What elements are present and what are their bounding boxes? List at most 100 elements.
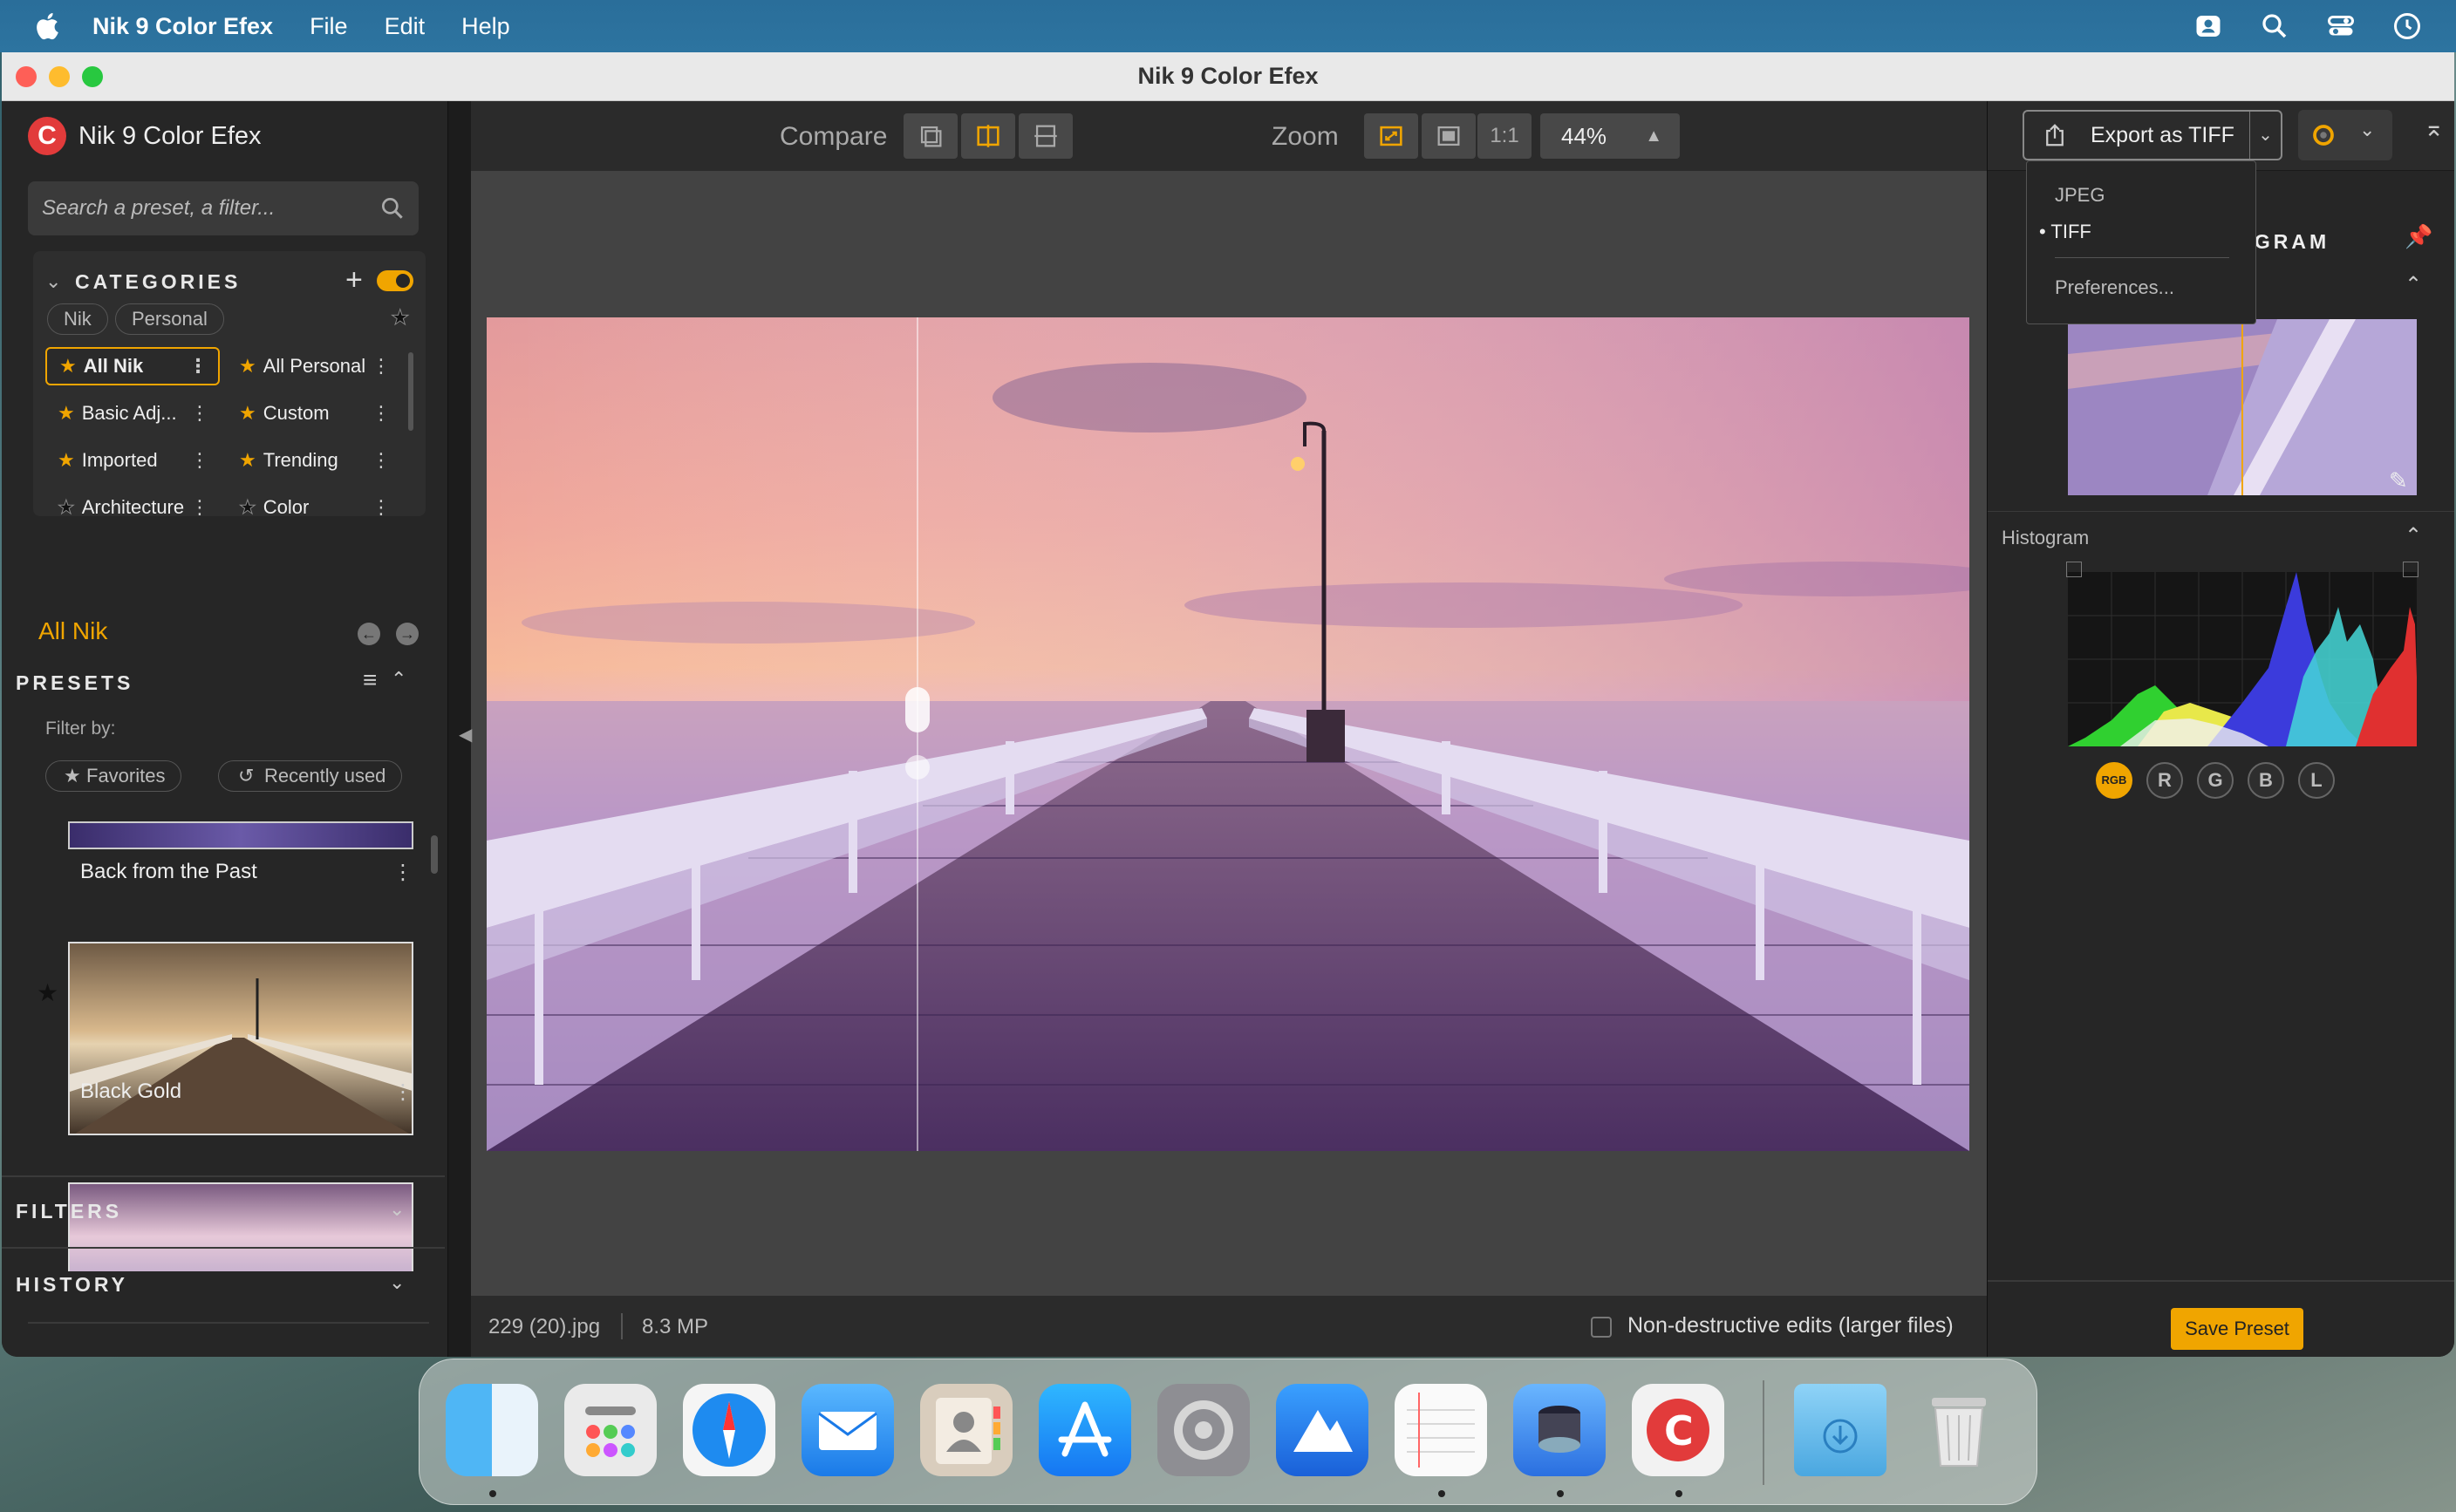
zoom-select[interactable]: 44% ▲ bbox=[1540, 113, 1680, 159]
menu-item-preferences[interactable]: Preferences... bbox=[2055, 276, 2174, 299]
category-architecture[interactable]: ★ Architecture ⋮ bbox=[45, 488, 220, 527]
more-icon[interactable]: ⋮ bbox=[190, 394, 209, 432]
category-custom[interactable]: ★ Custom ⋮ bbox=[227, 394, 401, 432]
menu-edit[interactable]: Edit bbox=[385, 13, 426, 40]
preset-thumbnail[interactable] bbox=[68, 1182, 413, 1271]
filter-recently-used-button[interactable]: ↺ Recently used bbox=[218, 760, 403, 792]
menu-item-tiff[interactable]: • TIFF bbox=[2039, 221, 2091, 243]
preset-more-icon[interactable]: ⋮ bbox=[392, 1080, 413, 1105]
shadow-clipping-toggle[interactable] bbox=[2066, 562, 2082, 577]
apple-icon[interactable] bbox=[33, 10, 65, 42]
launchpad-icon[interactable] bbox=[564, 1384, 657, 1476]
compare-split-horizontal-button[interactable] bbox=[1019, 113, 1073, 159]
system-settings-icon[interactable] bbox=[1157, 1384, 1250, 1476]
presets-scrollbar[interactable] bbox=[431, 835, 438, 874]
export-dropdown-chevron-icon[interactable]: ⌄ bbox=[2249, 112, 2281, 159]
channel-l-button[interactable]: L bbox=[2298, 762, 2335, 799]
category-color[interactable]: ★ Color ⋮ bbox=[227, 488, 401, 527]
user-switch-icon[interactable] bbox=[2193, 10, 2224, 42]
chevron-down-icon[interactable]: ⌄ bbox=[45, 270, 61, 293]
categories-scrollbar[interactable] bbox=[408, 352, 413, 431]
nondestructive-checkbox[interactable] bbox=[1591, 1317, 1612, 1338]
downloads-icon[interactable] bbox=[1794, 1384, 1886, 1476]
star-icon[interactable]: ★ bbox=[239, 496, 257, 519]
close-window-button[interactable] bbox=[16, 65, 37, 87]
safari-icon[interactable] bbox=[683, 1384, 775, 1476]
star-icon[interactable]: ★ bbox=[239, 402, 256, 424]
preset-thumbnail[interactable] bbox=[68, 821, 413, 849]
channel-g-button[interactable]: G bbox=[2197, 762, 2234, 799]
textedit-icon[interactable] bbox=[1395, 1384, 1487, 1476]
spotlight-search-icon[interactable] bbox=[2259, 10, 2290, 42]
zoom-fill-button[interactable] bbox=[1422, 113, 1476, 159]
preview-icon[interactable] bbox=[1513, 1384, 1606, 1476]
collapse-panel-icon[interactable]: ⌅ bbox=[2424, 113, 2444, 142]
filters-title[interactable]: FILTERS bbox=[16, 1200, 122, 1223]
more-icon[interactable]: ⋮ bbox=[190, 488, 209, 527]
star-icon[interactable]: ★ bbox=[239, 449, 256, 471]
more-icon[interactable]: ⋮ bbox=[372, 347, 391, 385]
clock-icon[interactable] bbox=[2391, 10, 2423, 42]
add-category-icon[interactable]: + bbox=[345, 263, 363, 297]
compare-split-button[interactable] bbox=[961, 113, 1015, 159]
star-icon[interactable]: ★ bbox=[239, 355, 256, 377]
channel-b-button[interactable]: B bbox=[2248, 762, 2284, 799]
zoom-fit-button[interactable] bbox=[1364, 113, 1418, 159]
chevron-down-icon[interactable]: ⌄ bbox=[2359, 119, 2375, 141]
minimize-window-button[interactable] bbox=[49, 65, 70, 87]
star-icon[interactable]: ★ bbox=[58, 496, 76, 519]
preset-thumbnail[interactable] bbox=[68, 942, 413, 1135]
category-imported[interactable]: ★ Imported ⋮ bbox=[45, 441, 220, 480]
save-preset-button[interactable]: Save Preset bbox=[2171, 1308, 2303, 1350]
menu-help[interactable]: Help bbox=[461, 13, 510, 40]
channel-rgb-button[interactable]: RGB bbox=[2096, 762, 2132, 799]
highlight-clipping-toggle[interactable] bbox=[2403, 562, 2418, 577]
list-view-icon[interactable]: ≡ bbox=[363, 666, 377, 694]
pin-icon[interactable]: 📌 bbox=[2405, 223, 2432, 250]
control-center-icon[interactable] bbox=[2325, 10, 2357, 42]
tab-personal[interactable]: Personal bbox=[115, 303, 224, 335]
channel-r-button[interactable]: R bbox=[2146, 762, 2183, 799]
favorite-star-icon[interactable]: ★ bbox=[37, 978, 58, 1007]
more-icon[interactable]: ⋮ bbox=[372, 394, 391, 432]
star-icon[interactable]: ★ bbox=[58, 402, 75, 424]
trash-icon[interactable] bbox=[1913, 1384, 2005, 1476]
category-all-personal[interactable]: ★ All Personal ⋮ bbox=[227, 347, 401, 385]
chevron-down-icon[interactable]: ⌄ bbox=[389, 1198, 405, 1221]
collapse-histogram-icon[interactable]: ⌃ bbox=[2405, 523, 2422, 548]
zoom-window-button[interactable] bbox=[82, 65, 103, 87]
star-icon[interactable]: ★ bbox=[58, 449, 75, 471]
search-input[interactable]: Search a preset, a filter... bbox=[28, 181, 419, 235]
menu-file[interactable]: File bbox=[310, 13, 348, 40]
collapse-presets-icon[interactable]: ⌃ bbox=[391, 668, 406, 691]
forward-icon[interactable]: → bbox=[396, 623, 419, 645]
preview-mode-button[interactable]: ⌄ bbox=[2298, 110, 2392, 160]
history-title[interactable]: HISTORY bbox=[16, 1273, 128, 1297]
back-icon[interactable]: ← bbox=[358, 623, 380, 645]
preset-more-icon[interactable]: ⋮ bbox=[392, 860, 413, 885]
main-photo[interactable] bbox=[487, 317, 1969, 1151]
chevron-down-icon[interactable]: ⌄ bbox=[389, 1271, 405, 1294]
more-icon[interactable]: ⋮ bbox=[372, 441, 391, 480]
app-store-icon[interactable] bbox=[1039, 1384, 1131, 1476]
menu-app-name[interactable]: Nik 9 Color Efex bbox=[92, 13, 273, 40]
collapse-loupe-icon[interactable]: ⌃ bbox=[2405, 272, 2422, 297]
filter-favorites-button[interactable]: ★ Favorites bbox=[45, 760, 182, 792]
category-all-nik[interactable]: ★ All Nik ⋮ bbox=[45, 347, 220, 385]
export-button[interactable]: Export as TIFF ⌄ bbox=[2023, 110, 2282, 160]
category-basic-adj[interactable]: ★ Basic Adj... ⋮ bbox=[45, 394, 220, 432]
finder-icon[interactable] bbox=[446, 1384, 538, 1476]
more-icon[interactable]: ⋮ bbox=[188, 349, 208, 384]
compare-overlay-button[interactable] bbox=[904, 113, 958, 159]
favorites-star-icon[interactable]: ★ bbox=[391, 305, 410, 330]
nik-color-efex-icon[interactable]: C bbox=[1632, 1384, 1724, 1476]
star-icon[interactable]: ★ bbox=[59, 355, 77, 377]
search-icon[interactable] bbox=[379, 194, 406, 222]
categories-toggle[interactable] bbox=[377, 270, 413, 291]
contacts-icon[interactable] bbox=[920, 1384, 1013, 1476]
tab-nik[interactable]: Nik bbox=[47, 303, 108, 335]
zoom-1to1-button[interactable]: 1:1 bbox=[1477, 113, 1532, 159]
mail-icon[interactable] bbox=[802, 1384, 894, 1476]
category-trending[interactable]: ★ Trending ⋮ bbox=[227, 441, 401, 480]
affinity-icon[interactable] bbox=[1276, 1384, 1368, 1476]
